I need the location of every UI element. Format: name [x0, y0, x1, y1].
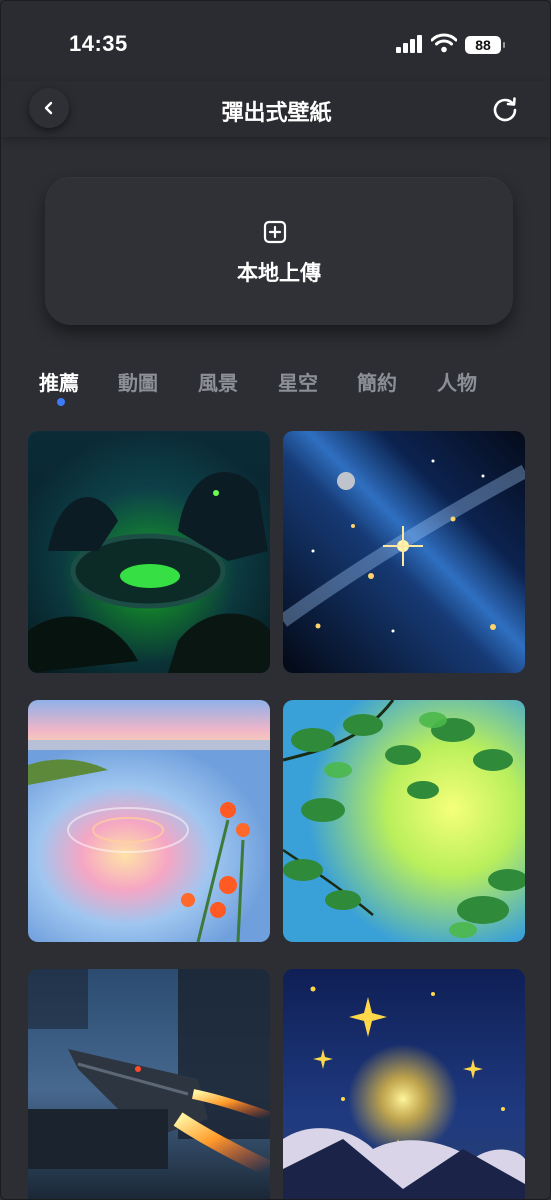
page-title: 彈出式壁紙: [221, 101, 332, 126]
app-header: 彈出式壁紙: [1, 81, 550, 137]
tab-animated[interactable]: 動圖: [118, 367, 158, 396]
tab-starry-sky[interactable]: 星空: [278, 367, 318, 396]
tab-scenery[interactable]: 風景: [198, 367, 238, 396]
status-bar: 14:35 88: [1, 1, 550, 81]
local-upload-button[interactable]: [45, 177, 513, 325]
status-time: 14:35: [69, 31, 128, 56]
signal-icon: [396, 35, 424, 53]
wallpaper-thumb-spaceship[interactable]: [28, 969, 270, 1199]
add-icon: [263, 220, 287, 244]
tab-recommended[interactable]: 推薦: [39, 367, 79, 396]
local-upload-label: 本地上傳: [237, 261, 321, 285]
wallpaper-thumb-galaxy[interactable]: [283, 431, 525, 673]
tab-minimal[interactable]: 簡約: [357, 367, 397, 396]
wifi-icon: [431, 33, 457, 53]
battery-icon: 88: [465, 36, 505, 54]
tab-people[interactable]: 人物: [437, 367, 477, 396]
screen: 14:35 88 彈出式壁紙 本地上傳 推薦 動圖 風景 星空 簡約 人物: [0, 0, 551, 1200]
refresh-icon[interactable]: [491, 95, 519, 123]
active-tab-indicator: [57, 398, 65, 406]
wallpaper-thumb-pastel-lake[interactable]: [28, 700, 270, 942]
wallpaper-thumb-green-leaves[interactable]: [283, 700, 525, 942]
wallpaper-thumb-fantasy-swamp[interactable]: [28, 431, 270, 673]
wallpaper-thumb-crescent-moon[interactable]: [283, 969, 525, 1199]
